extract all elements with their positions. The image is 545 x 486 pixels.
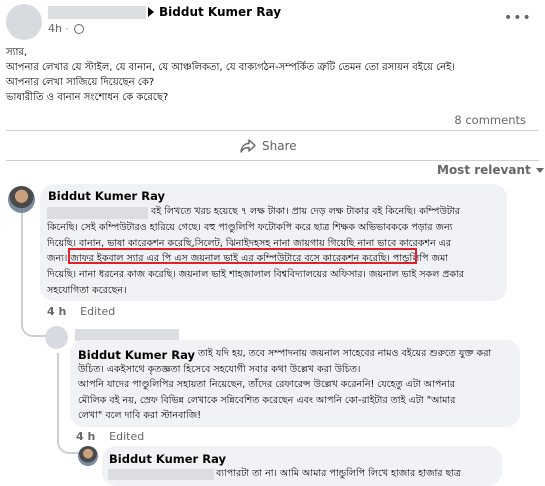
comment-line: তাই যদি হয়, তবে সম্পাদনায় জয়নাল সাহেব… (198, 348, 492, 359)
redacted-name (48, 6, 146, 19)
redacted-mention (108, 469, 214, 480)
comment-line: লেখা" বলে দাবি করা স্টানবাজি! (78, 410, 202, 421)
divider (6, 130, 539, 131)
comment-line: বই লিখতে খরচ হয়েছে ৭ লক্ষ টাকা। প্রায় … (151, 206, 460, 217)
post-body: স্যার, আপনার লেখার যে স্টাইল, যে বানান, … (6, 45, 541, 105)
post-line: আপনার লেখার যে স্টাইল, যে বানান, যে আঞ্চ… (6, 62, 455, 73)
divider (6, 160, 539, 161)
comment-time[interactable]: 4 h (47, 305, 66, 318)
comment-line: ব্যাপারটা তা না। আমি আমার পান্ডুলিপি লিখ… (216, 468, 461, 479)
comment-line: মৌলিক বই নয়, স্রেফ বিভিন্ন লেখাকে সন্নি… (78, 394, 456, 406)
post-line: ভাষারীতি ও বানান সংশোধন কে করেছে? (6, 92, 169, 103)
thread-connector (21, 318, 47, 337)
share-label: Share (262, 139, 297, 153)
thread-line (21, 212, 23, 327)
comment-line: উচিত। একইসাথে কৃতজ্ঞতা হিসেবে সহযোগী সবা… (78, 363, 361, 375)
comment-line: দিয়েছি। নানা ধরনের কাজ করেছি। জয়নাল ভা… (47, 269, 465, 281)
post-author-avatar[interactable] (6, 4, 42, 40)
sort-dropdown[interactable]: Most relevant (437, 163, 544, 177)
edited-label: Edited (109, 430, 145, 443)
highlight-box (68, 248, 417, 264)
globe-icon (73, 24, 84, 34)
comment-author[interactable]: Biddut Kumer Ray (109, 452, 226, 466)
comment-line: আপনি যাদের পাণ্ডুলিপির সহায়তা নিয়েছেন,… (78, 379, 455, 390)
edited-label: Edited (80, 305, 116, 318)
comment-meta: 4 h Edited (47, 305, 115, 318)
comment-avatar[interactable] (78, 446, 98, 466)
comment-line: সহযোগিতা করেছেন। (47, 284, 127, 296)
caret-right-icon (148, 7, 154, 17)
comment-body: ব্যাপারটা তা না। আমি আমার পান্ডুলিপি লিখ… (216, 466, 461, 482)
comment-line: কিনেছি। সেই কম্পিউটারও হারিয়ে গেছে। বহু… (47, 221, 453, 233)
more-options-icon[interactable]: ••• (504, 10, 532, 26)
comment-meta: 4 h Edited (76, 430, 144, 443)
comment-body: তাই যদি হয়, তবে সম্পাদনায় জয়নাল সাহেব… (78, 346, 491, 424)
comment-avatar[interactable] (45, 326, 68, 349)
post-line: স্যার, (6, 47, 28, 58)
post-author-name[interactable]: Biddut Kumer Ray (159, 5, 281, 19)
share-button[interactable]: Share (240, 137, 297, 155)
post-time[interactable]: 4h · (48, 22, 84, 35)
comment-avatar[interactable] (8, 186, 35, 213)
thread-line (57, 353, 59, 439)
comments-count-link[interactable]: 8 comments (454, 113, 526, 127)
comment-time[interactable]: 4 h (76, 430, 95, 443)
chevron-down-icon (535, 167, 544, 173)
comment-author[interactable]: Biddut Kumer Ray (48, 189, 165, 203)
share-arrow-icon (240, 139, 256, 153)
post-line: আপনার লেখা সাজিয়ে দিয়েছেন কে? (6, 77, 155, 88)
sort-label: Most relevant (437, 163, 531, 177)
